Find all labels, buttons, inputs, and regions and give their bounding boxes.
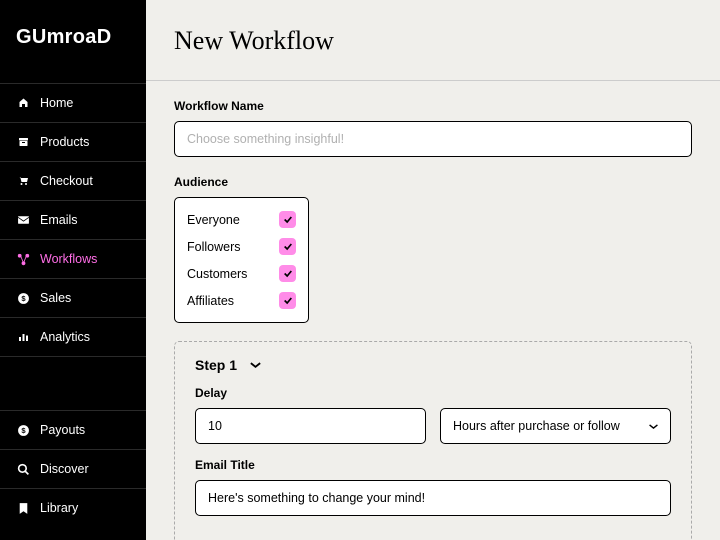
home-icon <box>16 96 30 110</box>
chevron-down-icon[interactable] <box>249 356 262 374</box>
main: New Workflow Workflow Name Audience Ever… <box>146 0 720 540</box>
step-box: Step 1 Delay Ema <box>174 341 692 540</box>
sidebar-item-workflows[interactable]: Workflows <box>0 239 146 278</box>
dollar-icon: $ <box>16 291 30 305</box>
sidebar-item-checkout[interactable]: Checkout <box>0 161 146 200</box>
sidebar-item-analytics[interactable]: Analytics <box>0 317 146 356</box>
sidebar-item-label: Discover <box>40 462 89 476</box>
mail-icon <box>16 213 30 227</box>
checkbox-affiliates[interactable] <box>279 292 296 309</box>
header: New Workflow <box>146 0 720 80</box>
delay-value-input[interactable] <box>195 408 426 444</box>
sidebar: GUmroaD Home Products Checkout Emails Wo… <box>0 0 146 540</box>
email-title-label: Email Title <box>195 458 671 472</box>
email-title-section: Email Title <box>195 458 671 516</box>
cart-icon <box>16 174 30 188</box>
logo: GUmroaD <box>0 0 146 83</box>
delay-label: Delay <box>195 386 671 400</box>
content: Workflow Name Audience Everyone Follower… <box>146 81 720 540</box>
step-title: Step 1 <box>195 357 237 373</box>
sidebar-item-products[interactable]: Products <box>0 122 146 161</box>
audience-option-label: Affiliates <box>187 294 234 308</box>
delay-unit-select[interactable] <box>440 408 671 444</box>
nav: Home Products Checkout Emails Workflows … <box>0 83 146 527</box>
sidebar-item-sales[interactable]: $ Sales <box>0 278 146 317</box>
audience-label: Audience <box>174 175 692 189</box>
audience-row-everyone: Everyone <box>187 206 296 233</box>
email-title-input[interactable] <box>195 480 671 516</box>
sidebar-item-label: Home <box>40 96 73 110</box>
sidebar-item-label: Payouts <box>40 423 85 437</box>
chart-icon <box>16 330 30 344</box>
sidebar-item-label: Checkout <box>40 174 93 188</box>
workflow-name-label: Workflow Name <box>174 99 692 113</box>
audience-option-label: Customers <box>187 267 247 281</box>
delay-row <box>195 408 671 444</box>
checkbox-customers[interactable] <box>279 265 296 282</box>
checkbox-everyone[interactable] <box>279 211 296 228</box>
sidebar-item-home[interactable]: Home <box>0 83 146 122</box>
audience-row-customers: Customers <box>187 260 296 287</box>
audience-option-label: Everyone <box>187 213 240 227</box>
archive-icon <box>16 135 30 149</box>
workflow-name-section: Workflow Name <box>174 99 692 157</box>
audience-row-followers: Followers <box>187 233 296 260</box>
step-header: Step 1 <box>195 356 671 374</box>
payout-icon: $ <box>16 423 30 437</box>
sidebar-item-label: Library <box>40 501 78 515</box>
search-icon <box>16 462 30 476</box>
workflow-icon <box>16 252 30 266</box>
sidebar-item-library[interactable]: Library <box>0 488 146 527</box>
sidebar-item-label: Sales <box>40 291 71 305</box>
delay-section: Delay <box>195 386 671 444</box>
sidebar-item-label: Emails <box>40 213 78 227</box>
sidebar-item-emails[interactable]: Emails <box>0 200 146 239</box>
page-title: New Workflow <box>174 26 692 56</box>
nav-spacer <box>0 356 146 410</box>
audience-section: Audience Everyone Followers Customers Af… <box>174 175 692 323</box>
bookmark-icon <box>16 501 30 515</box>
audience-row-affiliates: Affiliates <box>187 287 296 314</box>
sidebar-item-label: Workflows <box>40 252 97 266</box>
checkbox-followers[interactable] <box>279 238 296 255</box>
audience-option-label: Followers <box>187 240 241 254</box>
sidebar-item-payouts[interactable]: $ Payouts <box>0 410 146 449</box>
workflow-name-input[interactable] <box>174 121 692 157</box>
sidebar-item-label: Analytics <box>40 330 90 344</box>
audience-box: Everyone Followers Customers Affiliates <box>174 197 309 323</box>
sidebar-item-label: Products <box>40 135 89 149</box>
sidebar-item-discover[interactable]: Discover <box>0 449 146 488</box>
